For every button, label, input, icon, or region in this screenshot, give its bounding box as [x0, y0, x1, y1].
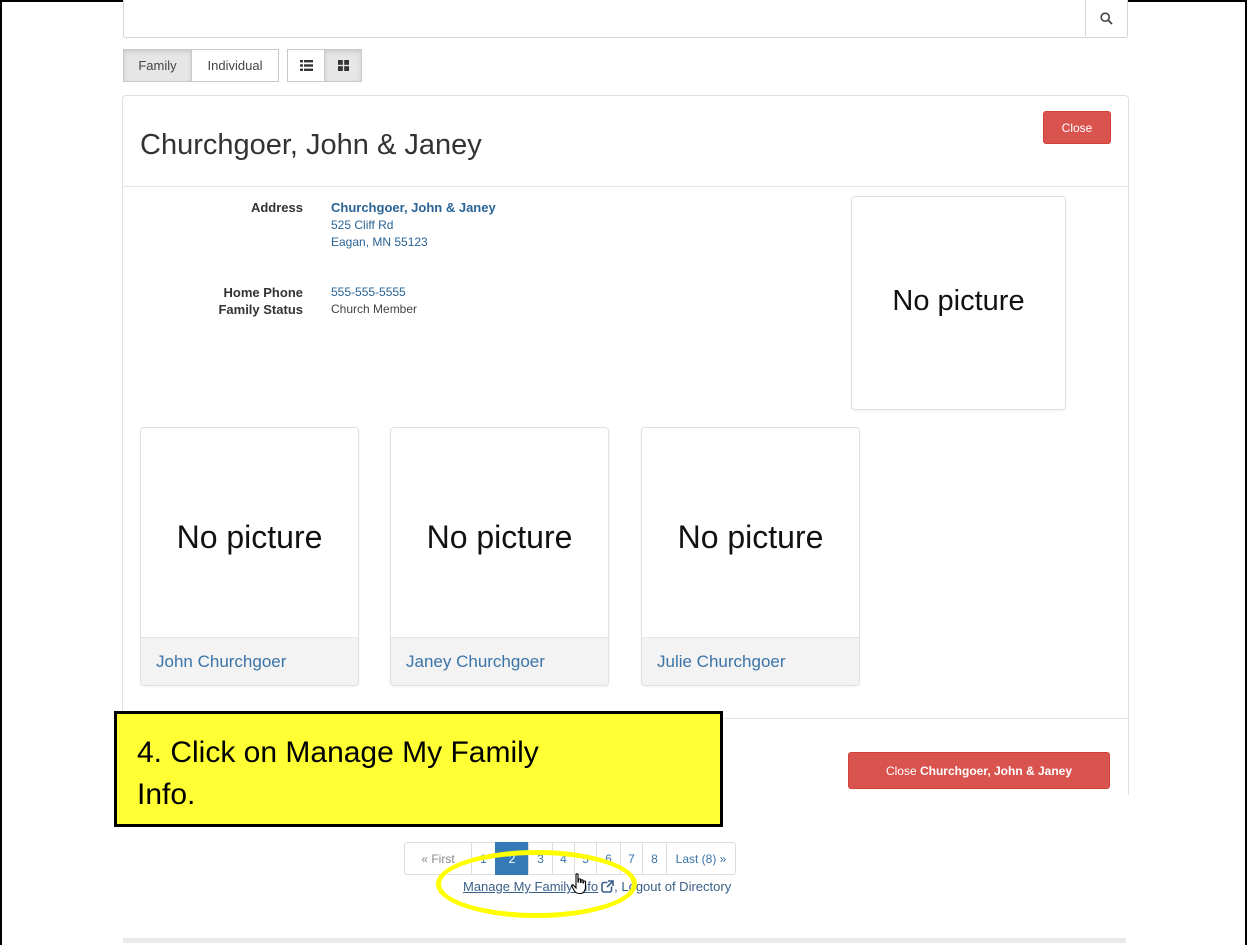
no-picture-text: No picture — [892, 285, 1025, 317]
no-picture-text: No picture — [426, 519, 573, 555]
member-card[interactable]: No picture John Churchgoer — [140, 427, 359, 686]
member-card[interactable]: No picture Janey Churchgoer — [390, 427, 609, 686]
member-card[interactable]: No picture Julie Churchgoer — [641, 427, 860, 686]
member-name-link[interactable]: John Churchgoer — [141, 637, 358, 685]
individual-view-button[interactable]: Individual — [191, 49, 279, 82]
list-icon — [299, 60, 313, 71]
no-picture-text: No picture — [176, 519, 323, 555]
page-last[interactable]: Last (8) » — [666, 842, 736, 875]
hand-cursor-icon — [571, 873, 587, 895]
address-label: Address — [250, 200, 303, 215]
layout-toggle — [287, 49, 362, 82]
family-detail-panel: Churchgoer, John & Janey Close Address C… — [122, 95, 1129, 797]
close-family-prefix: Close — [885, 763, 917, 778]
address-name-link[interactable]: Churchgoer, John & Janey — [331, 200, 496, 215]
view-mode-toggle: Family Individual — [123, 49, 279, 82]
family-title: Churchgoer, John & Janey — [140, 129, 482, 161]
search-button[interactable] — [1085, 0, 1127, 36]
close-family-name: Churchgoer, John & Janey — [919, 763, 1073, 778]
family-status-value: Church Member — [331, 302, 418, 316]
family-picture-placeholder: No picture — [851, 196, 1066, 410]
family-view-button[interactable]: Family — [123, 49, 192, 82]
grid-view-button[interactable] — [324, 49, 362, 82]
callout-line1: 4. Click on Manage My Family — [137, 736, 539, 769]
close-family-button[interactable]: Close Churchgoer, John & Janey — [848, 752, 1110, 789]
close-button[interactable]: Close — [1043, 111, 1111, 144]
address-line1[interactable]: 525 Cliff Rd — [331, 218, 393, 232]
family-status-label: Family Status — [218, 302, 303, 317]
instruction-callout: 4. Click on Manage My Family Info. — [114, 711, 723, 827]
home-phone-label: Home Phone — [223, 285, 303, 300]
home-phone-link[interactable]: 555-555-5555 — [331, 285, 406, 299]
address-line2[interactable]: Eagan, MN 55123 — [331, 235, 428, 249]
no-picture-text: No picture — [677, 519, 824, 555]
member-name-link[interactable]: Janey Churchgoer — [391, 637, 608, 685]
member-name-link[interactable]: Julie Churchgoer — [642, 637, 859, 685]
highlight-ellipse — [436, 850, 637, 918]
search-icon — [1100, 11, 1113, 25]
page-link[interactable]: 8 — [642, 842, 667, 875]
panel-heading: Churchgoer, John & Janey Close — [123, 96, 1128, 187]
logout-link[interactable]: Logout of Directory — [621, 879, 731, 894]
page-bottom-bar — [123, 938, 1126, 943]
callout-line2: Info. — [137, 778, 196, 811]
list-view-button[interactable] — [287, 49, 325, 82]
search-input[interactable] — [123, 0, 1128, 38]
grid-icon — [337, 60, 349, 71]
